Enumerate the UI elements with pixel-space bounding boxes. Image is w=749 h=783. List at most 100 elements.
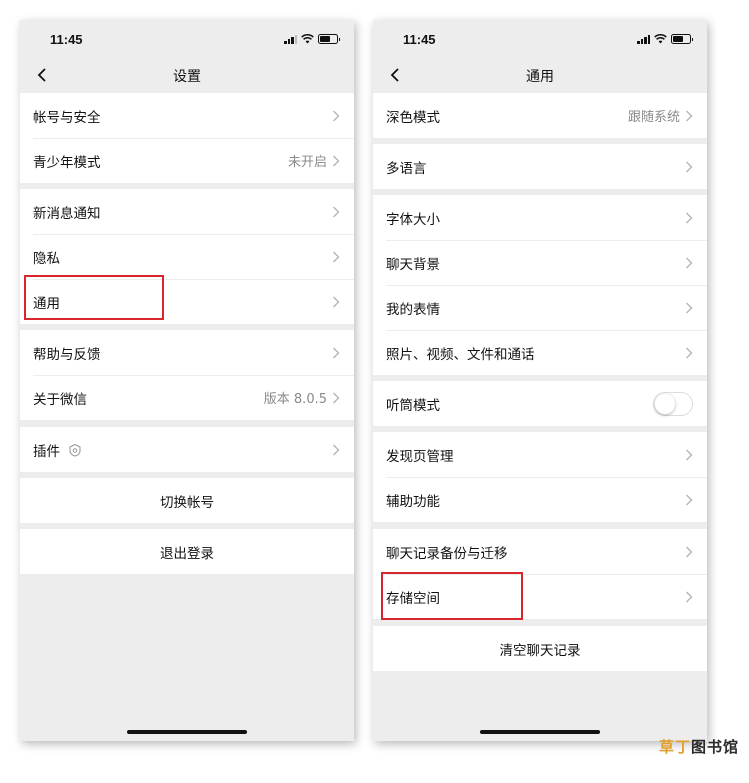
home-indicator [127, 730, 247, 734]
watermark-part2: 图书馆 [690, 738, 739, 756]
chevron-right-icon [686, 449, 693, 460]
chevron-right-icon [686, 546, 693, 557]
item-right [685, 432, 693, 477]
switch-account-label: 切换帐号 [160, 494, 214, 511]
status-time: 11:45 [50, 32, 83, 47]
wifi-icon [654, 34, 667, 44]
logout-button[interactable]: 退出登录 [20, 529, 354, 574]
item-label: 聊天背景 [386, 256, 440, 273]
item-label: 青少年模式 [33, 154, 101, 171]
settings-group-help: 帮助与反馈 关于微信 版本 8.0.5 [20, 330, 354, 420]
battery-icon [671, 34, 693, 44]
switch-account-group: 切换帐号 [20, 478, 354, 523]
home-indicator [480, 730, 600, 734]
item-right [685, 240, 693, 285]
version-value: 版本 8.0.5 [263, 392, 327, 407]
item-right: 跟随系统 [628, 93, 693, 138]
settings-item-notifications[interactable]: 新消息通知 [20, 189, 354, 234]
item-label: 听筒模式 [386, 397, 440, 414]
settings-item-about[interactable]: 关于微信 版本 8.0.5 [20, 375, 354, 420]
canvas: 11:45 设置 帐号与安全 青少年模式 未开启 新消息通知 隐私 通用 帮助与… [0, 0, 749, 783]
highlight-storage [381, 572, 523, 620]
chevron-right-icon [686, 161, 693, 172]
item-label: 关于微信 [33, 391, 87, 408]
item-value: 跟随系统 [627, 110, 680, 125]
page-title: 通用 [526, 69, 554, 85]
item-right [332, 93, 340, 138]
item-right [685, 477, 693, 522]
settings-item-chat-backup[interactable]: 聊天记录备份与迁移 [373, 529, 707, 574]
settings-item-font-size[interactable]: 字体大小 [373, 195, 707, 240]
chevron-right-icon [686, 494, 693, 505]
general-group-dark-mode: 深色模式 跟随系统 [373, 93, 707, 138]
item-right [685, 529, 693, 574]
item-value: 未开启 [287, 155, 327, 170]
settings-item-media-files-calls[interactable]: 照片、视频、文件和通话 [373, 330, 707, 375]
chevron-right-icon [686, 212, 693, 223]
settings-screen: 11:45 设置 帐号与安全 青少年模式 未开启 新消息通知 隐私 通用 帮助与… [20, 20, 354, 741]
toggle-knob [655, 393, 675, 414]
settings-item-dark-mode[interactable]: 深色模式 跟随系统 [373, 93, 707, 138]
chevron-right-icon [333, 206, 340, 217]
page-title: 设置 [173, 69, 201, 85]
status-time: 11:45 [403, 32, 436, 47]
chevron-right-icon [333, 155, 340, 166]
chevron-right-icon [333, 251, 340, 262]
settings-group-account: 帐号与安全 青少年模式 未开启 [20, 93, 354, 183]
settings-item-privacy[interactable]: 隐私 [20, 234, 354, 279]
settings-item-my-stickers[interactable]: 我的表情 [373, 285, 707, 330]
switch-account-button[interactable]: 切换帐号 [20, 478, 354, 523]
general-settings-screen: 11:45 通用 深色模式 跟随系统 多语言 字体大小 聊天背景 我的表情 照片… [373, 20, 707, 741]
settings-item-plugins[interactable]: 插件 [20, 427, 354, 472]
item-label: 帮助与反馈 [33, 346, 101, 363]
item-right [685, 574, 693, 619]
item-right [332, 189, 340, 234]
settings-item-help-feedback[interactable]: 帮助与反馈 [20, 330, 354, 375]
watermark: 草丁图书馆 [659, 736, 739, 757]
settings-item-accessibility[interactable]: 辅助功能 [373, 477, 707, 522]
settings-item-discover-management[interactable]: 发现页管理 [373, 432, 707, 477]
item-label: 帐号与安全 [33, 109, 101, 126]
chevron-right-icon [333, 110, 340, 121]
item-label: 字体大小 [386, 211, 440, 228]
wifi-icon [301, 34, 314, 44]
clear-chat-history-button[interactable]: 清空聊天记录 [373, 626, 707, 671]
earpiece-mode-toggle[interactable] [653, 391, 693, 416]
item-label: 深色模式 [386, 109, 440, 126]
general-group-display: 字体大小 聊天背景 我的表情 照片、视频、文件和通话 [373, 195, 707, 375]
general-group-discover: 发现页管理 辅助功能 [373, 432, 707, 522]
item-right [685, 330, 693, 375]
settings-item-account-security[interactable]: 帐号与安全 [20, 93, 354, 138]
item-label: 多语言 [386, 160, 427, 177]
chevron-right-icon [686, 110, 693, 121]
status-icons [284, 34, 340, 44]
chevron-right-icon [333, 296, 340, 307]
chevron-right-icon [686, 302, 693, 313]
logout-label: 退出登录 [160, 545, 214, 562]
settings-item-chat-background[interactable]: 聊天背景 [373, 240, 707, 285]
item-label: 我的表情 [386, 301, 440, 318]
general-group-earpiece: 听筒模式 [373, 381, 707, 426]
clear-chat-label: 清空聊天记录 [499, 642, 581, 659]
battery-icon [318, 34, 340, 44]
item-right [332, 427, 340, 472]
item-label: 插件 [33, 443, 60, 460]
signal-icon [284, 34, 297, 44]
chevron-right-icon [333, 444, 340, 455]
status-icons [637, 34, 693, 44]
item-right [332, 330, 340, 375]
item-label: 照片、视频、文件和通话 [386, 346, 535, 363]
item-label: 聊天记录备份与迁移 [386, 545, 508, 562]
settings-item-earpiece-mode: 听筒模式 [373, 381, 707, 426]
logout-group: 退出登录 [20, 529, 354, 574]
item-right [685, 285, 693, 330]
watermark-part1: 草丁 [658, 738, 691, 756]
item-right: 未开启 [288, 138, 340, 183]
chevron-right-icon [686, 257, 693, 268]
settings-item-teen-mode[interactable]: 青少年模式 未开启 [20, 138, 354, 183]
settings-item-language[interactable]: 多语言 [373, 144, 707, 189]
item-label: 辅助功能 [386, 493, 440, 510]
nav-bar: 设置 [20, 60, 354, 92]
item-label: 发现页管理 [386, 448, 454, 465]
highlight-general [24, 275, 164, 320]
